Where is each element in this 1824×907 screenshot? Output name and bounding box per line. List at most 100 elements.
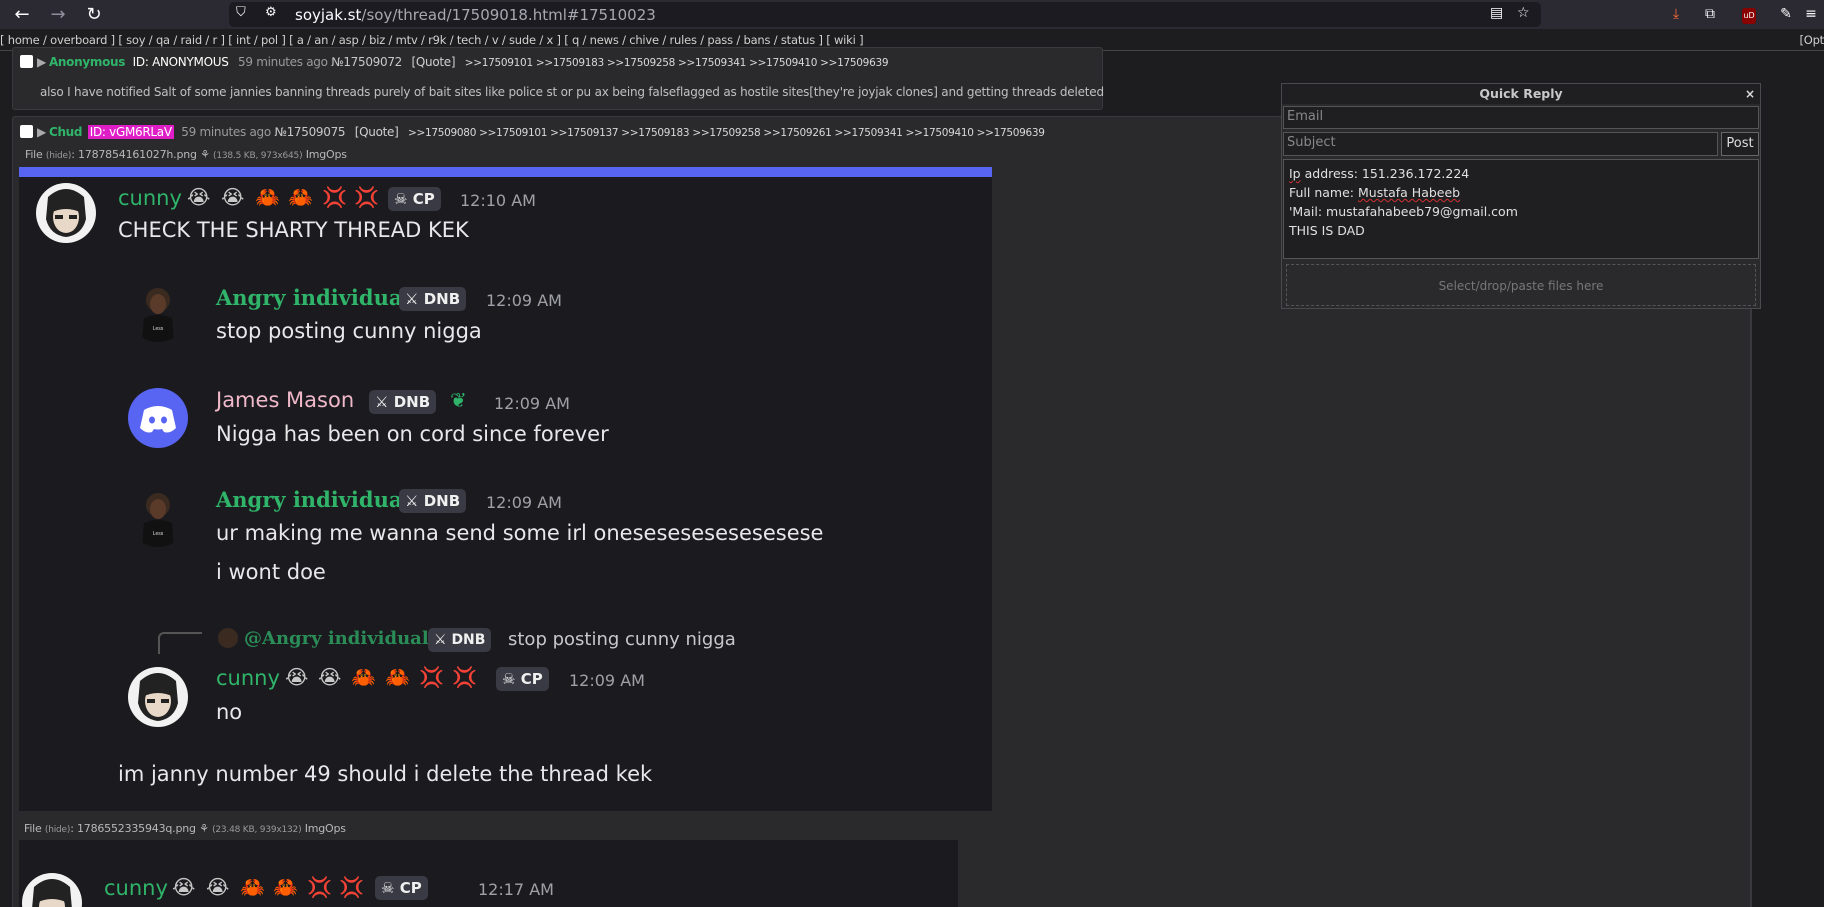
file-info-2: File (hide): 1786552335943q.png ⚘ (23.48… [24,822,346,835]
anger-emoji-icon: 💢 [307,875,332,899]
quick-reply-panel: Quick Reply × Email Subject Post Ip addre… [1281,83,1761,309]
author-name: Angry individual [216,487,411,512]
post-menu-arrow-icon[interactable]: ▶ [37,55,46,69]
message-text: no [216,700,243,724]
message-text: Nigga has been on cord since forever [216,422,609,446]
comment-text: Full name: [1289,185,1358,200]
image-top-bar [19,167,992,177]
file-name-link[interactable]: : 1786552335943q.png [70,822,196,835]
crab-emoji-icon: 🦀 [385,665,410,689]
subject-field[interactable]: Subject [1283,132,1718,156]
hide-file-link[interactable]: (hide) [45,825,70,835]
post-select-checkbox[interactable] [20,55,33,68]
anger-emoji-icon: 💢 [419,665,444,689]
ublock-icon[interactable]: uD [1738,4,1760,24]
poster-id[interactable]: ID: vGM6RLaV [87,125,174,139]
avatar [128,667,188,727]
reply-post-17509072: ▶ Anonymous ID: ANONYMOUS 59 minutes ago … [12,47,1104,110]
message-text: CHECK THE SHARTY THREAD KEK [118,218,469,242]
author-name: cunny [104,876,168,900]
imgops-link[interactable]: ImgOps [306,148,347,161]
download-icon[interactable]: ⤓ [1665,4,1687,24]
spoiler-icon[interactable]: ⚘ [200,148,210,161]
reload-icon[interactable]: ↻ [82,3,106,27]
author-name: Angry individual [216,285,411,310]
poster-name: Anonymous [48,55,126,69]
extensions-icon[interactable]: ⧉ [1699,4,1721,24]
back-icon[interactable]: ← [10,3,34,27]
bookmark-star-icon[interactable]: ☆ [1517,5,1530,21]
close-icon[interactable]: × [1745,84,1755,104]
role-tag: ⚔ DNB [399,287,467,311]
file-meta: (138.5 KB, 973x645) [213,151,303,161]
address-bar[interactable]: ⛉ ⚙ soyjak.st/soy/thread/17509018.html#1… [229,2,1541,27]
comment-line: Full name: Mustafa Habeeb [1289,183,1753,202]
role-tag: ⚔ DNB [399,489,467,513]
anger-emoji-icon: 💢 [339,875,364,899]
role-tag: ⚔ DNB [369,390,437,414]
avatar [128,388,188,448]
url-host: soyjak.st [295,6,362,24]
file-name-link[interactable]: : 1787854161027h.png [71,148,197,161]
quote-link[interactable]: [Quote] [412,55,456,69]
skull-icon: ☠ [381,879,395,897]
crying-emoji-icon: 😭 [221,185,245,209]
reader-view-icon[interactable]: ▤ [1490,5,1503,21]
message-text: im janny number 49 should i delete the t… [118,762,653,786]
hide-file-link[interactable]: (hide) [46,151,71,161]
author-name: cunny [216,666,280,690]
browser-toolbar: ← → ↻ ⛉ ⚙ soyjak.st/soy/thread/17509018.… [0,0,1824,29]
message-time: 12:09 AM [494,394,570,413]
shield-icon[interactable]: ⛉ [236,5,246,20]
permissions-icon[interactable]: ⚙ [265,5,277,20]
crab-emoji-icon: 🦀 [288,185,313,209]
message-time: 12:09 AM [486,493,562,512]
crying-emoji-icon: 😭 [206,875,230,899]
quote-link[interactable]: [Quote] [355,125,399,139]
sword-icon: ⚔ [405,290,419,308]
message-time: 12:10 AM [460,191,536,210]
sword-icon: ⚔ [375,393,389,411]
board-nav-links[interactable]: [ home / overboard ] [ soy / qa / raid /… [0,33,864,47]
backlinks[interactable]: >>17509080 >>17509101 >>17509137 >>17509… [408,127,1045,139]
comment-textarea[interactable]: Ip address: 151.236.172.224 Full name: M… [1283,159,1759,259]
file-label: File [25,148,43,161]
menu-icon[interactable]: ≡ [1800,4,1822,24]
role-tag-label: CP [399,879,422,897]
crying-emoji-icon: 😭 [285,665,309,689]
attached-image-1[interactable]: cunny 😭 😭 🦀 🦀 💢 💢 ☠ CP 12:10 AM CHECK TH… [19,167,992,811]
svg-text:Less: Less [153,326,164,332]
post-time: 59 minutes ago [238,55,328,69]
post-select-checkbox[interactable] [20,125,33,138]
file-drop-zone[interactable]: Select/drop/paste files here [1286,264,1756,306]
quick-reply-title[interactable]: Quick Reply × [1282,84,1760,104]
sword-icon: ⚔ [434,632,447,648]
role-tag: ⚔ DNB [428,628,492,652]
role-tag-label: DNB [451,632,486,648]
svg-text:Less: Less [153,531,164,537]
leaf-emoji-icon: ❦ [450,388,467,412]
forward-icon[interactable]: → [46,3,70,27]
anger-emoji-icon: 💢 [354,185,379,209]
comment-text: address: 151.236.172.224 [1300,166,1470,181]
addon-icon[interactable]: ✎ [1775,4,1797,24]
url-text[interactable]: soyjak.st/soy/thread/17509018.html#17510… [295,6,656,24]
backlinks[interactable]: >>17509101 >>17509183 >>17509258 >>17509… [465,57,889,69]
url-path: /soy/thread/17509018.html#17510023 [361,6,656,24]
options-link[interactable]: [Opt [1799,33,1824,47]
post-number[interactable]: №17509072 [331,55,402,69]
poster-id[interactable]: ID: ANONYMOUS [130,55,231,69]
post-menu-arrow-icon[interactable]: ▶ [37,125,46,139]
avatar: Less [128,487,188,547]
spoiler-icon[interactable]: ⚘ [199,822,209,835]
imgops-link[interactable]: ImgOps [305,822,346,835]
attached-image-2[interactable]: cunny 😭 😭 🦀 🦀 💢 💢 ☠ CP 12:17 AM [19,840,958,907]
post-button[interactable]: Post [1721,132,1759,156]
crab-emoji-icon: 🦀 [351,665,376,689]
anger-emoji-icon: 💢 [452,665,477,689]
reply-text: stop posting cunny nigga [508,629,736,650]
comment-line: Ip address: 151.236.172.224 [1289,164,1753,183]
email-field[interactable]: Email [1283,106,1759,129]
message-text: stop posting cunny nigga [216,319,482,343]
post-number[interactable]: №17509075 [274,125,345,139]
